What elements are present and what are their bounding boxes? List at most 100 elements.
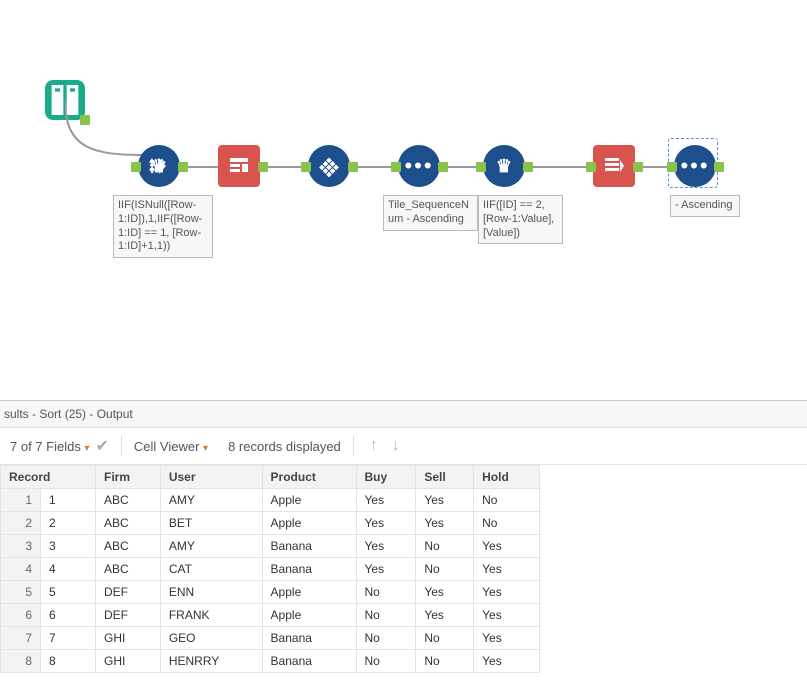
cell-user: GEO [160, 627, 262, 650]
row-number: 5 [1, 581, 41, 604]
row-number: 2 [1, 512, 41, 535]
up-arrow-button[interactable]: ↑ [366, 437, 382, 455]
cell-product: Banana [262, 650, 356, 673]
cell-record: 6 [41, 604, 96, 627]
results-panel: sults - Sort (25) - Output 7 of 7 Fields… [0, 400, 807, 673]
cell-record: 2 [41, 512, 96, 535]
cell-user: CAT [160, 558, 262, 581]
cell-product: Banana [262, 535, 356, 558]
cell-firm: ABC [96, 535, 161, 558]
row-number: 3 [1, 535, 41, 558]
cell-sell: No [416, 535, 474, 558]
table-row[interactable]: 33ABCAMYBananaYesNoYes [1, 535, 540, 558]
cell-product: Apple [262, 489, 356, 512]
cell-buy: Yes [356, 489, 416, 512]
cell-buy: No [356, 581, 416, 604]
cell-hold: Yes [474, 627, 540, 650]
cell-product: Apple [262, 512, 356, 535]
cell-user: ENN [160, 581, 262, 604]
cell-sell: No [416, 558, 474, 581]
table-row[interactable]: 88GHIHENRRYBananaNoNoYes [1, 650, 540, 673]
row-number: 6 [1, 604, 41, 627]
multirow-tool-2[interactable]: ♛ [483, 145, 525, 187]
cell-user: BET [160, 512, 262, 535]
sort-tool-2[interactable]: ••• [674, 145, 716, 187]
row-number: 8 [1, 650, 41, 673]
table-row[interactable]: 77GHIGEOBananaNoNoYes [1, 627, 540, 650]
col-buy[interactable]: Buy [356, 466, 416, 489]
cell-sell: Yes [416, 489, 474, 512]
cell-buy: Yes [356, 512, 416, 535]
workflow-canvas[interactable]: ♛ IIF(ISNull([Row-1:ID]),1,IIF([Row-1:ID… [0, 0, 807, 400]
sort-tool-1[interactable]: ••• [398, 145, 440, 187]
down-arrow-button[interactable]: ↓ [388, 437, 404, 455]
cell-firm: ABC [96, 489, 161, 512]
table-header-row: Record Firm User Product Buy Sell Hold [1, 466, 540, 489]
row-number: 4 [1, 558, 41, 581]
cell-product: Banana [262, 627, 356, 650]
row-number: 7 [1, 627, 41, 650]
annotation-multirow-2: IIF([ID] == 2, [Row-1:Value], [Value]) [478, 195, 563, 244]
col-record[interactable]: Record [1, 466, 96, 489]
cell-product: Banana [262, 558, 356, 581]
table-row[interactable]: 44ABCCATBananaYesNoYes [1, 558, 540, 581]
cell-firm: ABC [96, 512, 161, 535]
cell-sell: Yes [416, 581, 474, 604]
cell-viewer-dropdown[interactable]: Cell Viewer ▾ [134, 439, 208, 454]
cell-record: 8 [41, 650, 96, 673]
table-row[interactable]: 11ABCAMYAppleYesYesNo [1, 489, 540, 512]
multirow-tool-1[interactable]: ♛ [138, 145, 180, 187]
results-table[interactable]: Record Firm User Product Buy Sell Hold 1… [0, 465, 540, 673]
col-firm[interactable]: Firm [96, 466, 161, 489]
formula-tool-1[interactable] [218, 145, 260, 187]
col-product[interactable]: Product [262, 466, 356, 489]
cell-product: Apple [262, 604, 356, 627]
cell-product: Apple [262, 581, 356, 604]
table-row[interactable]: 55DEFENNAppleNoYesYes [1, 581, 540, 604]
cell-record: 5 [41, 581, 96, 604]
cell-sell: Yes [416, 512, 474, 535]
cell-sell: No [416, 627, 474, 650]
cell-hold: Yes [474, 604, 540, 627]
annotation-sort-2: - Ascending [670, 195, 740, 217]
cell-hold: Yes [474, 558, 540, 581]
cell-firm: ABC [96, 558, 161, 581]
annotation-multirow-1: IIF(ISNull([Row-1:ID]),1,IIF([Row-1:ID] … [113, 195, 213, 258]
cell-firm: GHI [96, 650, 161, 673]
col-hold[interactable]: Hold [474, 466, 540, 489]
tile-tool[interactable] [308, 145, 350, 187]
col-user[interactable]: User [160, 466, 262, 489]
cell-user: AMY [160, 489, 262, 512]
row-number: 1 [1, 489, 41, 512]
cell-hold: Yes [474, 581, 540, 604]
cell-firm: GHI [96, 627, 161, 650]
fields-dropdown[interactable]: 7 of 7 Fields ▾ [10, 439, 89, 454]
cell-firm: DEF [96, 604, 161, 627]
cell-buy: No [356, 650, 416, 673]
cell-record: 3 [41, 535, 96, 558]
cell-hold: Yes [474, 650, 540, 673]
cell-user: FRANK [160, 604, 262, 627]
table-row[interactable]: 22ABCBETAppleYesYesNo [1, 512, 540, 535]
cell-hold: Yes [474, 535, 540, 558]
cell-buy: No [356, 627, 416, 650]
cell-record: 7 [41, 627, 96, 650]
cell-firm: DEF [96, 581, 161, 604]
cell-record: 4 [41, 558, 96, 581]
cell-buy: Yes [356, 535, 416, 558]
table-row[interactable]: 66DEFFRANKAppleNoYesYes [1, 604, 540, 627]
cell-sell: No [416, 650, 474, 673]
cell-hold: No [474, 512, 540, 535]
check-icon[interactable]: ✔ [95, 436, 108, 456]
results-toolbar: 7 of 7 Fields ▾ ✔ Cell Viewer ▾ 8 record… [0, 428, 807, 465]
cell-user: AMY [160, 535, 262, 558]
records-count-label: 8 records displayed [228, 439, 341, 454]
annotation-sort-1: Tile_SequenceNum - Ascending [383, 195, 478, 231]
results-title: sults - Sort (25) - Output [0, 401, 807, 428]
select-tool[interactable] [593, 145, 635, 187]
cell-record: 1 [41, 489, 96, 512]
cell-buy: Yes [356, 558, 416, 581]
col-sell[interactable]: Sell [416, 466, 474, 489]
cell-user: HENRRY [160, 650, 262, 673]
cell-hold: No [474, 489, 540, 512]
